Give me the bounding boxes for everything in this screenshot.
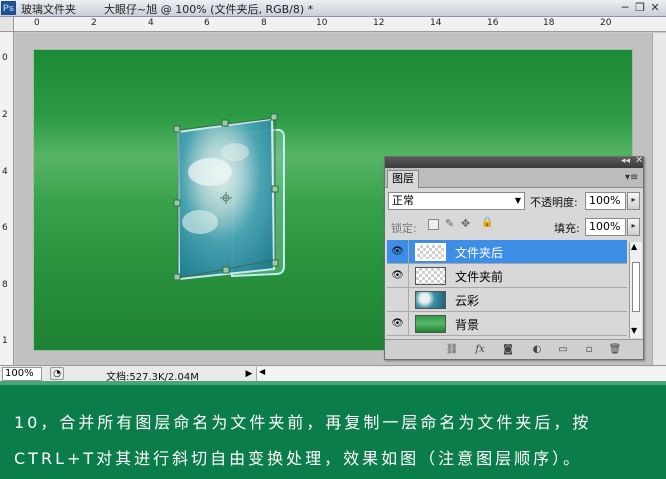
- ruler-number: 2: [2, 110, 8, 120]
- caption-line-2: CTRL+T对其进行斜切自由变换处理，效果如图（注意图层顺序）。: [14, 449, 583, 468]
- layer-name: 背景: [455, 318, 480, 332]
- layer-thumbnail: [415, 315, 446, 333]
- layer-name: 文件夹前: [455, 270, 504, 284]
- ruler-origin[interactable]: [0, 17, 14, 32]
- layers-panel: ◂◂ ✕ 图层 ▾≡ 正常 ▼ 不透明度: 100% ▸ 锁定: ✎ ✥ 🔒 填…: [384, 155, 644, 360]
- cloud-highlight: [188, 158, 232, 186]
- layer-thumbnail: [415, 243, 446, 261]
- transform-handle[interactable]: [173, 199, 181, 207]
- ruler-number: 0: [34, 18, 40, 28]
- transform-handle[interactable]: [173, 273, 181, 281]
- scroll-thumb[interactable]: [632, 262, 640, 312]
- eye-icon[interactable]: 👁: [387, 312, 409, 335]
- ruler-number: 12: [373, 18, 385, 28]
- app-folder-title: 玻璃文件夹: [21, 3, 76, 16]
- transform-handle[interactable]: [222, 266, 230, 274]
- link-icon[interactable]: ⛓: [444, 343, 460, 357]
- panel-menu-icon[interactable]: ▾≡: [625, 172, 638, 183]
- fill-input[interactable]: 100%: [585, 218, 626, 236]
- cloud-highlight: [182, 210, 218, 234]
- minimize-button[interactable]: ─: [619, 2, 631, 14]
- ruler-number: 8: [261, 18, 267, 28]
- scroll-up-icon[interactable]: ▲: [631, 242, 637, 251]
- horizontal-scrollbar[interactable]: ◀: [256, 367, 666, 381]
- cloud-highlight: [221, 143, 249, 161]
- lock-transparent-icon[interactable]: [428, 219, 439, 230]
- group-icon[interactable]: ▭: [555, 343, 571, 357]
- visibility-toggle-off[interactable]: [387, 288, 409, 311]
- ruler-number: 18: [543, 18, 555, 28]
- fill-arrow-button[interactable]: ▸: [627, 218, 640, 236]
- blend-mode-value: 正常: [392, 194, 414, 207]
- eye-icon[interactable]: 👁: [387, 264, 409, 287]
- zoom-input[interactable]: 100%: [2, 367, 42, 381]
- transform-handle[interactable]: [270, 113, 278, 121]
- ruler-number: 0: [2, 53, 8, 63]
- layer-row-clouds[interactable]: 云彩: [387, 288, 627, 312]
- ruler-number: 14: [430, 18, 442, 28]
- tab-layers[interactable]: 图层: [387, 170, 419, 188]
- transform-handle[interactable]: [271, 185, 279, 193]
- trash-icon[interactable]: 🗑: [607, 343, 623, 357]
- opacity-arrow-button[interactable]: ▸: [627, 192, 640, 210]
- transform-handle[interactable]: [271, 259, 279, 267]
- ruler-number: 8: [2, 280, 8, 290]
- ruler-number: 6: [2, 223, 8, 233]
- ruler-number: 16: [487, 18, 499, 28]
- tutorial-caption: 10，合并所有图层命名为文件夹前，再复制一层命名为文件夹后，按 CTRL+T对其…: [0, 381, 666, 479]
- ruler-number: 10: [316, 18, 328, 28]
- document-title: 大眼仔~旭 @ 100% (文件夹后, RGB/8) *: [104, 3, 314, 16]
- glass-folder-artwork[interactable]: [170, 112, 295, 284]
- layer-thumbnail: [415, 267, 446, 285]
- ruler-number: 2: [91, 18, 97, 28]
- status-info-icon[interactable]: ◔: [50, 367, 64, 380]
- mask-icon[interactable]: ◙: [500, 343, 516, 357]
- restore-button[interactable]: ❐: [634, 2, 646, 14]
- transform-handle[interactable]: [221, 119, 229, 127]
- lock-all-icon[interactable]: 🔒: [481, 217, 493, 228]
- close-button[interactable]: ✕: [649, 2, 661, 14]
- layers-scrollbar[interactable]: ▲ ▼: [629, 242, 642, 338]
- status-menu-arrow[interactable]: ▶: [243, 367, 255, 381]
- lock-move-icon[interactable]: ✥: [461, 217, 470, 230]
- ruler-number: 20: [600, 18, 612, 28]
- panel-tab-row: 图层 ▾≡: [385, 168, 643, 188]
- scroll-down-icon[interactable]: ▼: [631, 326, 637, 335]
- opacity-label: 不透明度:: [530, 196, 578, 209]
- layer-name: 云彩: [455, 294, 480, 308]
- opacity-input[interactable]: 100%: [585, 192, 626, 210]
- horizontal-ruler[interactable]: 0 2 4 6 8 10 12 14 16 18 20: [14, 17, 666, 32]
- caption-line-1: 10，合并所有图层命名为文件夹前，再复制一层命名为文件夹后，按: [14, 413, 592, 432]
- transform-handle[interactable]: [173, 125, 181, 133]
- fx-icon[interactable]: fx: [472, 343, 488, 357]
- blend-mode-select[interactable]: 正常 ▼: [388, 192, 525, 210]
- status-bar: 100% ◔ 文档:527.3K/2.04M ▶ ◀: [0, 365, 666, 383]
- chevron-down-icon: ▼: [514, 196, 521, 205]
- panel-header-bar[interactable]: ◂◂ ✕: [385, 155, 643, 168]
- lock-paint-icon[interactable]: ✎: [445, 217, 454, 230]
- layer-row-background[interactable]: 👁 背景: [387, 312, 627, 336]
- layer-row-folder-back[interactable]: 👁 文件夹后: [387, 240, 627, 264]
- eye-icon[interactable]: 👁: [387, 240, 409, 263]
- document-titlebar: Ps 玻璃文件夹 大眼仔~旭 @ 100% (文件夹后, RGB/8) * ─ …: [0, 0, 666, 17]
- panel-close-icon[interactable]: ✕: [635, 155, 643, 166]
- ruler-number: 6: [204, 18, 210, 28]
- vertical-ruler[interactable]: 0 2 4 6 8 1: [0, 32, 14, 365]
- photoshop-logo-icon: Ps: [1, 1, 16, 15]
- layers-bottom-toolbar: ⛓ fx ◙ ◐ ▭ ▫ 🗑: [385, 339, 643, 359]
- layer-thumbnail: [415, 291, 446, 309]
- ruler-number: 4: [2, 167, 8, 177]
- lock-label: 锁定:: [391, 222, 417, 235]
- layer-row-folder-front[interactable]: 👁 文件夹前: [387, 264, 627, 288]
- vertical-scrollbar[interactable]: [652, 33, 666, 365]
- collapse-icon[interactable]: ◂◂: [621, 156, 630, 166]
- new-layer-icon[interactable]: ▫: [581, 343, 597, 357]
- ruler-number: 1: [2, 336, 8, 346]
- scroll-left-icon[interactable]: ◀: [259, 367, 265, 376]
- layer-name: 文件夹后: [455, 246, 504, 260]
- adjustment-icon[interactable]: ◐: [529, 343, 545, 357]
- ruler-number: 4: [148, 18, 154, 28]
- fill-label: 填充:: [554, 222, 580, 235]
